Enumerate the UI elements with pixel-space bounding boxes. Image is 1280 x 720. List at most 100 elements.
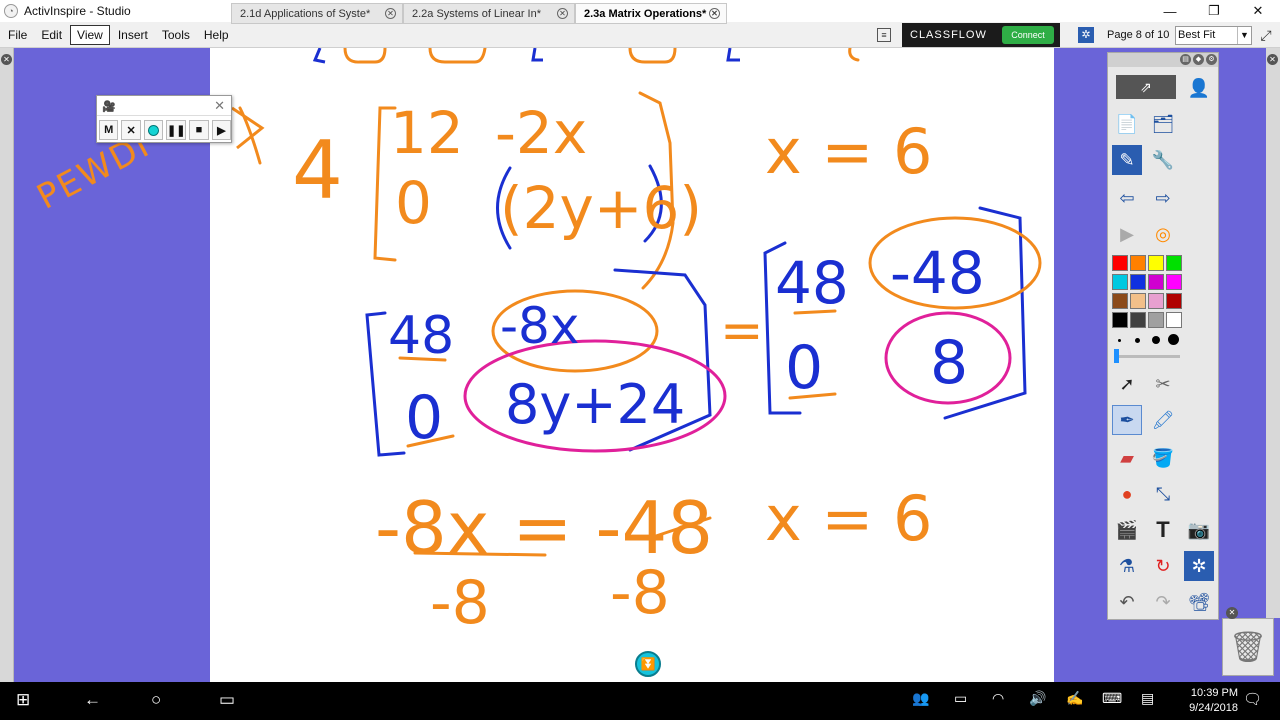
undo-icon[interactable]: ↶ (1112, 587, 1142, 617)
menu-tools[interactable]: Tools (156, 26, 196, 44)
clock[interactable]: 10:39 PM 9/24/2018 (1189, 686, 1238, 716)
tab-matrix-operations[interactable]: 2.3a Matrix Operations* ✕ (575, 3, 727, 24)
windows-start-icon[interactable]: ⊞ (16, 690, 30, 710)
eraser-icon[interactable]: ▰ (1112, 443, 1142, 473)
swirl-icon[interactable]: ◎ (1148, 219, 1178, 249)
zoom-select[interactable]: Best Fit ▼ (1175, 26, 1252, 45)
pause-button[interactable]: ❚❚ (166, 120, 187, 140)
select-icon[interactable]: ➚ (1112, 369, 1142, 399)
menu-file[interactable]: File (2, 26, 33, 44)
multi-tools-icon[interactable]: ✂ (1148, 369, 1178, 399)
projector-icon[interactable]: 📽 (1184, 587, 1214, 617)
color-swatch[interactable] (1130, 312, 1146, 328)
export-icon[interactable]: ⇗ (1116, 75, 1176, 99)
color-swatch[interactable] (1166, 312, 1182, 328)
close-icon[interactable]: ✕ (1226, 607, 1238, 619)
flipchart-canvas[interactable]: 4 12 -2x 0 (2y+6) x = 6 = -8x = -48 -8 -8 x = 6 48… (210, 48, 1054, 682)
close-icon[interactable]: ✕ (1236, 0, 1280, 22)
stop-button[interactable]: ■ (189, 120, 209, 140)
classflow-connect-button[interactable]: Connect (1002, 26, 1054, 44)
mute-button[interactable]: M (99, 120, 119, 140)
highlighter-icon[interactable]: 🖍 (1148, 405, 1178, 435)
close-icon[interactable]: ✕ (214, 98, 225, 114)
color-swatch[interactable] (1166, 293, 1182, 309)
pen-icon[interactable]: ✒ (1112, 405, 1142, 435)
color-swatch[interactable] (1112, 293, 1128, 309)
color-swatch[interactable] (1166, 255, 1182, 271)
shape-icon[interactable]: ● (1112, 479, 1142, 509)
pen-workspace-icon[interactable]: ✍ (1066, 690, 1083, 707)
previous-page-icon[interactable]: ⇦ (1112, 183, 1142, 213)
right-scroll-strip: ✕ (1266, 48, 1280, 618)
connector-icon[interactable]: ⤡ (1148, 479, 1178, 509)
tab-close-icon[interactable]: ✕ (709, 8, 720, 19)
play-icon[interactable]: ▶ (1112, 219, 1142, 249)
settings-icon[interactable]: ⚙ (1206, 54, 1217, 65)
menu-edit[interactable]: Edit (35, 26, 68, 44)
design-mode-icon[interactable]: ✎ (1112, 145, 1142, 175)
width-slider[interactable] (1114, 355, 1180, 358)
battery-icon[interactable]: ▭ (954, 690, 967, 707)
collapse-icon[interactable]: ✕ (1, 54, 12, 65)
width-slider-handle[interactable] (1114, 349, 1119, 363)
color-swatch[interactable] (1130, 274, 1146, 290)
color-swatch[interactable] (1148, 293, 1164, 309)
clapper-icon[interactable]: 🎬 (1112, 515, 1142, 545)
tab-applications[interactable]: 2.1d Applications of Syste* ✕ (231, 3, 403, 24)
volume-icon[interactable]: 🔊 (1029, 690, 1046, 707)
page-browser-icon[interactable]: ✲ (1078, 27, 1094, 43)
color-swatch[interactable] (1112, 274, 1128, 290)
color-swatch[interactable] (1166, 274, 1182, 290)
record-button[interactable] (143, 120, 164, 140)
revealer-icon[interactable]: ✲ (1184, 551, 1214, 581)
redo-icon[interactable]: ↷ (1148, 587, 1178, 617)
color-swatch[interactable] (1130, 255, 1146, 271)
move-icon[interactable]: ◆ (1193, 54, 1204, 65)
flask-icon[interactable]: ⚗ (1112, 551, 1142, 581)
color-swatch[interactable] (1130, 293, 1146, 309)
reset-icon[interactable]: ↻ (1148, 551, 1178, 581)
camera-tool-icon[interactable]: 📷 (1184, 515, 1214, 545)
color-swatch[interactable] (1148, 274, 1164, 290)
cancel-button[interactable]: ✕ (121, 120, 141, 140)
pin-icon[interactable]: ▤ (1180, 54, 1191, 65)
wifi-icon[interactable]: ◠ (992, 690, 1004, 707)
page-nav-button[interactable]: ⏬ (635, 651, 661, 677)
user-icon[interactable]: 👤 (1184, 73, 1214, 103)
pen-size-1[interactable] (1118, 339, 1121, 342)
task-view-icon[interactable]: ▭ (219, 690, 235, 710)
notifications-icon[interactable]: 🗨 (1243, 690, 1262, 708)
minimize-icon[interactable]: — (1148, 0, 1192, 22)
fullscreen-icon[interactable]: ⤢ (1257, 27, 1275, 45)
main-menu-icon[interactable]: 📄 (1112, 109, 1142, 139)
color-swatch[interactable] (1112, 255, 1128, 271)
play-button[interactable]: ▶ (211, 120, 232, 140)
notes-icon[interactable]: ≡ (877, 28, 891, 42)
display-icon[interactable]: ▤ (1141, 690, 1154, 707)
color-swatch[interactable] (1148, 312, 1164, 328)
restore-icon[interactable]: ❐ (1192, 0, 1236, 22)
menu-insert[interactable]: Insert (112, 26, 154, 44)
menu-view[interactable]: View (70, 24, 110, 45)
tab-close-icon[interactable]: ✕ (557, 8, 568, 19)
trash-icon[interactable]: ✕ 🗑 (1222, 607, 1274, 676)
collapse-icon[interactable]: ✕ (1267, 54, 1278, 65)
tools-icon[interactable]: 🔧 (1148, 145, 1178, 175)
chevron-down-icon[interactable]: ▼ (1237, 27, 1251, 44)
browser-icon[interactable]: 🗂 (1148, 109, 1178, 139)
pen-size-4[interactable] (1168, 334, 1179, 345)
tab-systems[interactable]: 2.2a Systems of Linear In* ✕ (403, 3, 575, 24)
menu-help[interactable]: Help (198, 26, 235, 44)
tab-close-icon[interactable]: ✕ (385, 8, 396, 19)
pen-size-3[interactable] (1152, 336, 1160, 344)
keyboard-icon[interactable]: ⌨ (1102, 690, 1122, 707)
text-icon[interactable]: T (1148, 515, 1178, 545)
color-swatch[interactable] (1148, 255, 1164, 271)
pen-size-2[interactable] (1135, 338, 1140, 343)
color-swatch[interactable] (1112, 312, 1128, 328)
next-page-icon[interactable]: ⇨ (1148, 183, 1178, 213)
fill-icon[interactable]: 🪣 (1148, 443, 1178, 473)
back-arrow-icon[interactable]: ← (84, 690, 101, 710)
people-icon[interactable]: 👥 (912, 690, 929, 707)
cortana-icon[interactable]: ○ (151, 690, 161, 710)
